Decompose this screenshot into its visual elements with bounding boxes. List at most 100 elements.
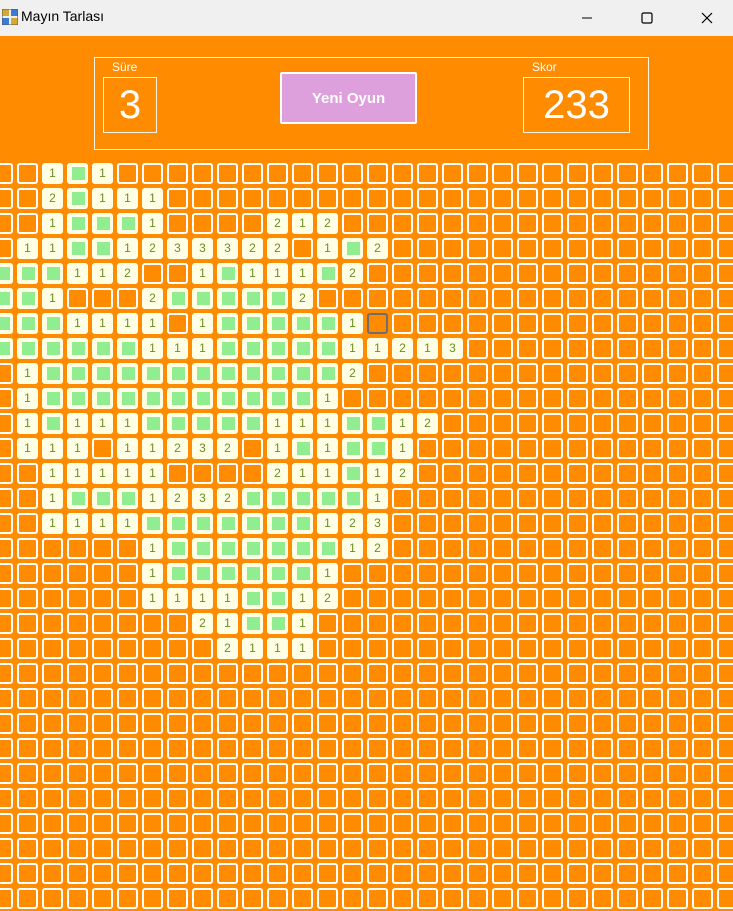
hidden-cell[interactable] bbox=[117, 888, 138, 909]
hidden-cell[interactable] bbox=[42, 563, 63, 584]
hidden-cell[interactable] bbox=[667, 763, 688, 784]
hidden-cell[interactable] bbox=[342, 288, 363, 309]
hidden-cell[interactable] bbox=[642, 838, 663, 859]
hidden-cell[interactable] bbox=[717, 238, 733, 259]
hidden-cell[interactable] bbox=[0, 588, 13, 609]
hidden-cell[interactable] bbox=[617, 613, 638, 634]
hidden-cell[interactable] bbox=[442, 188, 463, 209]
hidden-cell[interactable] bbox=[17, 588, 38, 609]
hidden-cell[interactable] bbox=[342, 613, 363, 634]
hidden-cell[interactable] bbox=[617, 563, 638, 584]
hidden-cell[interactable] bbox=[567, 388, 588, 409]
hidden-cell[interactable] bbox=[67, 813, 88, 834]
hidden-cell[interactable] bbox=[717, 538, 733, 559]
hidden-cell[interactable] bbox=[267, 188, 288, 209]
hidden-cell[interactable] bbox=[42, 663, 63, 684]
hidden-cell[interactable] bbox=[192, 638, 213, 659]
hidden-cell[interactable] bbox=[617, 838, 638, 859]
hidden-cell[interactable] bbox=[167, 663, 188, 684]
hidden-cell[interactable] bbox=[92, 613, 113, 634]
hidden-cell[interactable] bbox=[667, 363, 688, 384]
hidden-cell[interactable] bbox=[442, 813, 463, 834]
hidden-cell[interactable] bbox=[267, 788, 288, 809]
hidden-cell[interactable] bbox=[367, 288, 388, 309]
hidden-cell[interactable] bbox=[642, 338, 663, 359]
hidden-cell[interactable] bbox=[592, 263, 613, 284]
hidden-cell[interactable] bbox=[292, 863, 313, 884]
hidden-cell[interactable] bbox=[67, 763, 88, 784]
hidden-cell[interactable] bbox=[567, 613, 588, 634]
hidden-cell[interactable] bbox=[442, 563, 463, 584]
hidden-cell[interactable] bbox=[117, 738, 138, 759]
hidden-cell[interactable] bbox=[417, 513, 438, 534]
hidden-cell[interactable] bbox=[642, 763, 663, 784]
hidden-cell[interactable] bbox=[142, 788, 163, 809]
hidden-cell[interactable] bbox=[692, 263, 713, 284]
hidden-cell[interactable] bbox=[692, 388, 713, 409]
hidden-cell[interactable] bbox=[517, 613, 538, 634]
hidden-cell[interactable] bbox=[242, 188, 263, 209]
hidden-cell[interactable] bbox=[542, 788, 563, 809]
hidden-cell[interactable] bbox=[67, 888, 88, 909]
hidden-cell[interactable] bbox=[517, 638, 538, 659]
hidden-cell[interactable] bbox=[242, 213, 263, 234]
hidden-cell[interactable] bbox=[0, 813, 13, 834]
hidden-cell[interactable] bbox=[667, 638, 688, 659]
hidden-cell[interactable] bbox=[517, 838, 538, 859]
hidden-cell[interactable] bbox=[667, 338, 688, 359]
hidden-cell[interactable] bbox=[17, 888, 38, 909]
hidden-cell[interactable] bbox=[17, 813, 38, 834]
hidden-cell[interactable] bbox=[417, 588, 438, 609]
hidden-cell[interactable] bbox=[0, 163, 13, 184]
hidden-cell[interactable] bbox=[42, 613, 63, 634]
hidden-cell[interactable] bbox=[17, 863, 38, 884]
hidden-cell[interactable] bbox=[167, 738, 188, 759]
hidden-cell[interactable] bbox=[417, 263, 438, 284]
hidden-cell[interactable] bbox=[267, 688, 288, 709]
hidden-cell[interactable] bbox=[567, 788, 588, 809]
hidden-cell[interactable] bbox=[317, 188, 338, 209]
hidden-cell[interactable] bbox=[692, 338, 713, 359]
hidden-cell[interactable] bbox=[717, 413, 733, 434]
hidden-cell[interactable] bbox=[317, 763, 338, 784]
hidden-cell[interactable] bbox=[567, 313, 588, 334]
hidden-cell[interactable] bbox=[467, 338, 488, 359]
hidden-cell[interactable] bbox=[592, 688, 613, 709]
hidden-cell[interactable] bbox=[392, 263, 413, 284]
hidden-cell[interactable] bbox=[517, 213, 538, 234]
hidden-cell[interactable] bbox=[467, 563, 488, 584]
hidden-cell[interactable] bbox=[92, 538, 113, 559]
hidden-cell[interactable] bbox=[717, 888, 733, 909]
hidden-cell[interactable] bbox=[442, 313, 463, 334]
hidden-cell[interactable] bbox=[617, 288, 638, 309]
hidden-cell[interactable] bbox=[17, 513, 38, 534]
hidden-cell[interactable] bbox=[492, 288, 513, 309]
hidden-cell[interactable] bbox=[242, 713, 263, 734]
hidden-cell[interactable] bbox=[442, 238, 463, 259]
hidden-cell[interactable] bbox=[342, 838, 363, 859]
hidden-cell[interactable] bbox=[342, 763, 363, 784]
hidden-cell[interactable] bbox=[567, 638, 588, 659]
hidden-cell[interactable] bbox=[367, 738, 388, 759]
hidden-cell[interactable] bbox=[642, 188, 663, 209]
hidden-cell[interactable] bbox=[517, 538, 538, 559]
hidden-cell[interactable] bbox=[642, 438, 663, 459]
hidden-cell[interactable] bbox=[617, 338, 638, 359]
hidden-cell[interactable] bbox=[217, 763, 238, 784]
hidden-cell[interactable] bbox=[667, 588, 688, 609]
hidden-cell[interactable] bbox=[642, 588, 663, 609]
hidden-cell[interactable] bbox=[717, 438, 733, 459]
hidden-cell[interactable] bbox=[242, 838, 263, 859]
hidden-cell[interactable] bbox=[717, 213, 733, 234]
hidden-cell[interactable] bbox=[167, 613, 188, 634]
hidden-cell[interactable] bbox=[542, 688, 563, 709]
hidden-cell[interactable] bbox=[367, 838, 388, 859]
hidden-cell[interactable] bbox=[442, 763, 463, 784]
hidden-cell[interactable] bbox=[442, 788, 463, 809]
hidden-cell[interactable] bbox=[542, 513, 563, 534]
hidden-cell[interactable] bbox=[617, 413, 638, 434]
hidden-cell[interactable] bbox=[492, 888, 513, 909]
hidden-cell[interactable] bbox=[667, 313, 688, 334]
selected-hidden-cell[interactable] bbox=[367, 313, 388, 334]
hidden-cell[interactable] bbox=[467, 238, 488, 259]
